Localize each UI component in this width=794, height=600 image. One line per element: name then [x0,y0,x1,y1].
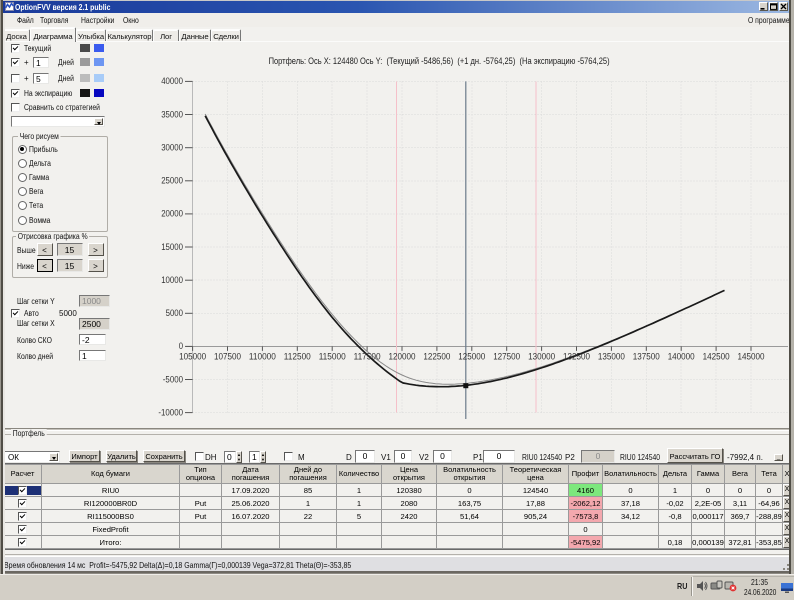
svg-text:35000: 35000 [161,109,183,119]
svg-text:125000: 125000 [458,352,485,362]
svg-text:20000: 20000 [161,209,183,219]
svg-text:135000: 135000 [598,352,625,362]
svg-text:132500: 132500 [563,352,590,362]
svg-text:Портфель: Ось X: 124480 Ось Y:: Портфель: Ось X: 124480 Ось Y: (Текущий … [269,56,610,66]
svg-text:122500: 122500 [423,352,450,362]
svg-text:110000: 110000 [249,352,276,362]
svg-text:15000: 15000 [161,242,183,252]
svg-text:120000: 120000 [389,352,416,362]
svg-text:142500: 142500 [703,352,730,362]
svg-text:40000: 40000 [161,76,183,86]
svg-text:105000: 105000 [179,352,206,362]
svg-text:107500: 107500 [214,352,241,362]
svg-text:130000: 130000 [528,352,555,362]
svg-text:117500: 117500 [354,352,381,362]
svg-text:10000: 10000 [161,275,183,285]
svg-text:25000: 25000 [161,176,183,186]
svg-text:145000: 145000 [738,352,765,362]
svg-text:112500: 112500 [284,352,311,362]
svg-text:-10000: -10000 [158,407,183,417]
svg-text:0: 0 [179,341,183,351]
svg-text:115000: 115000 [319,352,346,362]
svg-text:140000: 140000 [668,352,695,362]
svg-text:-5000: -5000 [163,374,183,384]
svg-text:127500: 127500 [493,352,520,362]
svg-text:30000: 30000 [161,143,183,153]
svg-text:5000: 5000 [166,308,183,318]
svg-text:137500: 137500 [633,352,660,362]
